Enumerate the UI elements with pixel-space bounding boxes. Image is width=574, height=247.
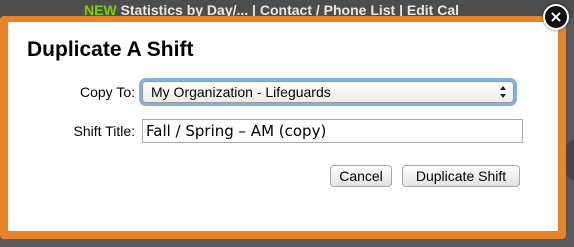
close-icon[interactable]: ×: [543, 4, 569, 30]
shift-title-label: Shift Title:: [73, 123, 135, 139]
background-side-widget: [566, 140, 574, 180]
copy-to-selected-value: My Organization - Lifeguards: [151, 84, 331, 100]
cancel-button[interactable]: Cancel: [330, 165, 392, 187]
select-updown-icon: [500, 86, 506, 98]
shift-title-input[interactable]: [142, 119, 523, 143]
dialog-title: Duplicate A Shift: [27, 38, 194, 61]
copy-to-select[interactable]: My Organization - Lifeguards: [142, 81, 514, 103]
copy-to-label: Copy To:: [80, 84, 135, 100]
duplicate-shift-button[interactable]: Duplicate Shift: [402, 165, 520, 187]
